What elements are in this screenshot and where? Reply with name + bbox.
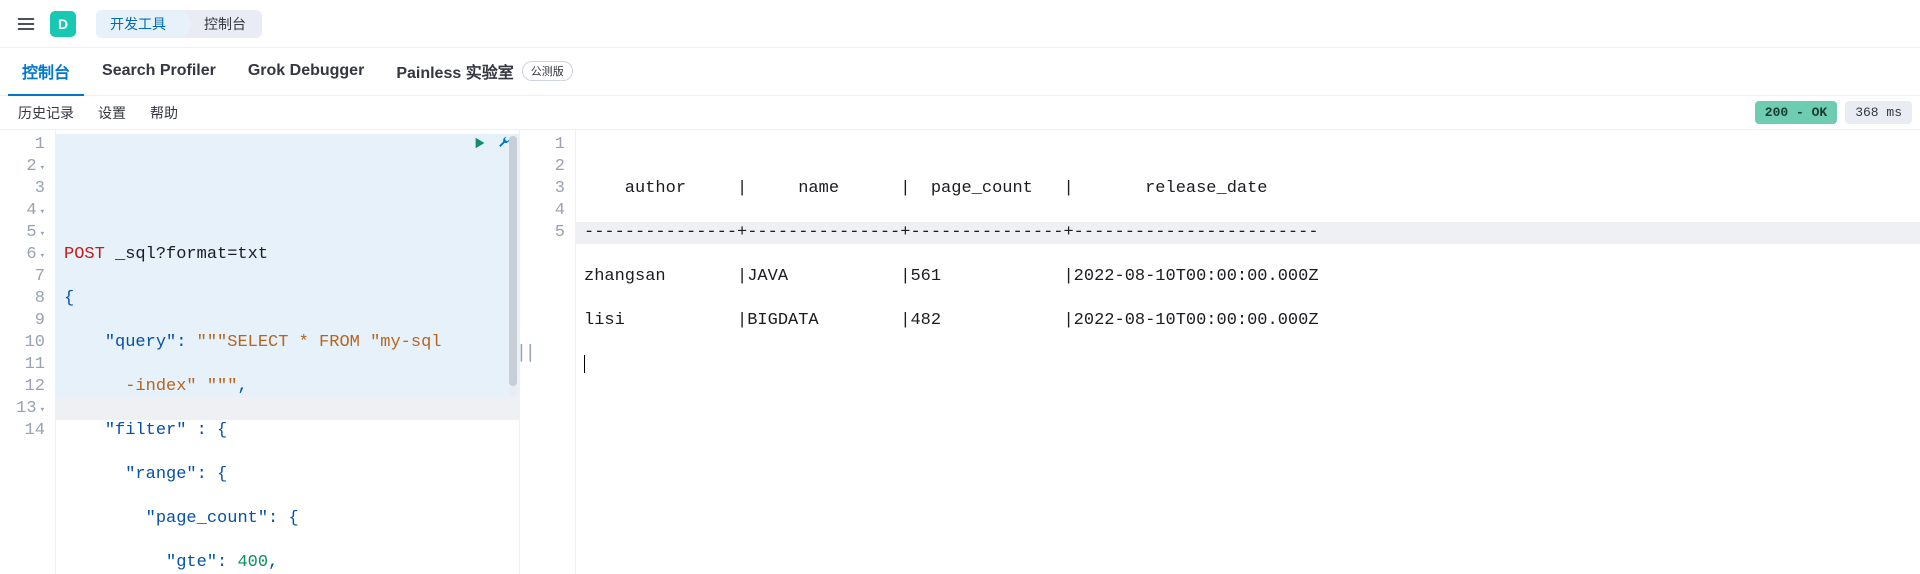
history-link[interactable]: 历史记录 (8, 97, 84, 129)
beta-badge: 公测版 (522, 61, 573, 81)
help-link[interactable]: 帮助 (140, 97, 188, 129)
hamburger-icon (16, 14, 36, 34)
response-output[interactable]: author | name | page_count | release_dat… (576, 130, 1920, 574)
request-editor[interactable]: POST _sql?format=txt { "query": """SELEC… (56, 130, 519, 574)
tab-search-profiler[interactable]: Search Profiler (88, 48, 230, 96)
http-path: _sql?format=txt (115, 245, 268, 264)
response-line: author | name | page_count | release_dat… (584, 178, 1912, 200)
top-bar: D 开发工具 控制台 (0, 0, 1920, 48)
tab-painless-lab-label: Painless 实验室 (396, 59, 513, 83)
pane-splitter[interactable]: || (516, 342, 534, 363)
tabs-bar: 控制台 Search Profiler Grok Debugger Painle… (0, 48, 1920, 96)
tab-grok-debugger[interactable]: Grok Debugger (234, 48, 378, 96)
editor-area: 1234567891011121314 POST _sql?format=txt… (0, 130, 1920, 574)
toolbar-links: 历史记录 设置 帮助 (8, 97, 188, 129)
settings-link[interactable]: 设置 (88, 97, 136, 129)
tab-console[interactable]: 控制台 (8, 48, 84, 96)
cursor-icon (584, 355, 585, 373)
app-logo[interactable]: D (50, 11, 76, 37)
response-line: lisi |BIGDATA |482 |2022-08-10T00:00:00.… (584, 310, 1912, 332)
play-icon (473, 136, 487, 150)
console-toolbar: 历史记录 设置 帮助 200 - OK 368 ms (0, 96, 1920, 130)
breadcrumb-dev-tools[interactable]: 开发工具 (96, 10, 182, 38)
request-actions (471, 134, 513, 152)
response-pane: 12345 author | name | page_count | relea… (520, 130, 1920, 574)
http-method: POST (64, 245, 105, 264)
status-time-badge: 368 ms (1845, 101, 1912, 124)
response-line (584, 354, 1912, 376)
request-pane: 1234567891011121314 POST _sql?format=txt… (0, 130, 520, 574)
breadcrumb: 开发工具 控制台 (96, 10, 262, 38)
tab-console-label: 控制台 (22, 59, 70, 83)
options-button[interactable] (495, 134, 513, 152)
tab-painless-lab[interactable]: Painless 实验室 公测版 (382, 48, 586, 96)
breadcrumb-console: 控制台 (182, 10, 262, 38)
tab-grok-debugger-label: Grok Debugger (248, 62, 364, 80)
response-line: zhangsan |JAVA |561 |2022-08-10T00:00:00… (584, 266, 1912, 288)
tab-search-profiler-label: Search Profiler (102, 62, 216, 80)
status-group: 200 - OK 368 ms (1755, 101, 1912, 124)
menu-toggle[interactable] (12, 11, 40, 37)
status-code-badge: 200 - OK (1755, 101, 1837, 124)
run-button[interactable] (471, 134, 489, 152)
request-gutter: 1234567891011121314 (0, 130, 56, 574)
wrench-icon (497, 136, 511, 150)
response-line: ---------------+---------------+--------… (584, 222, 1912, 244)
